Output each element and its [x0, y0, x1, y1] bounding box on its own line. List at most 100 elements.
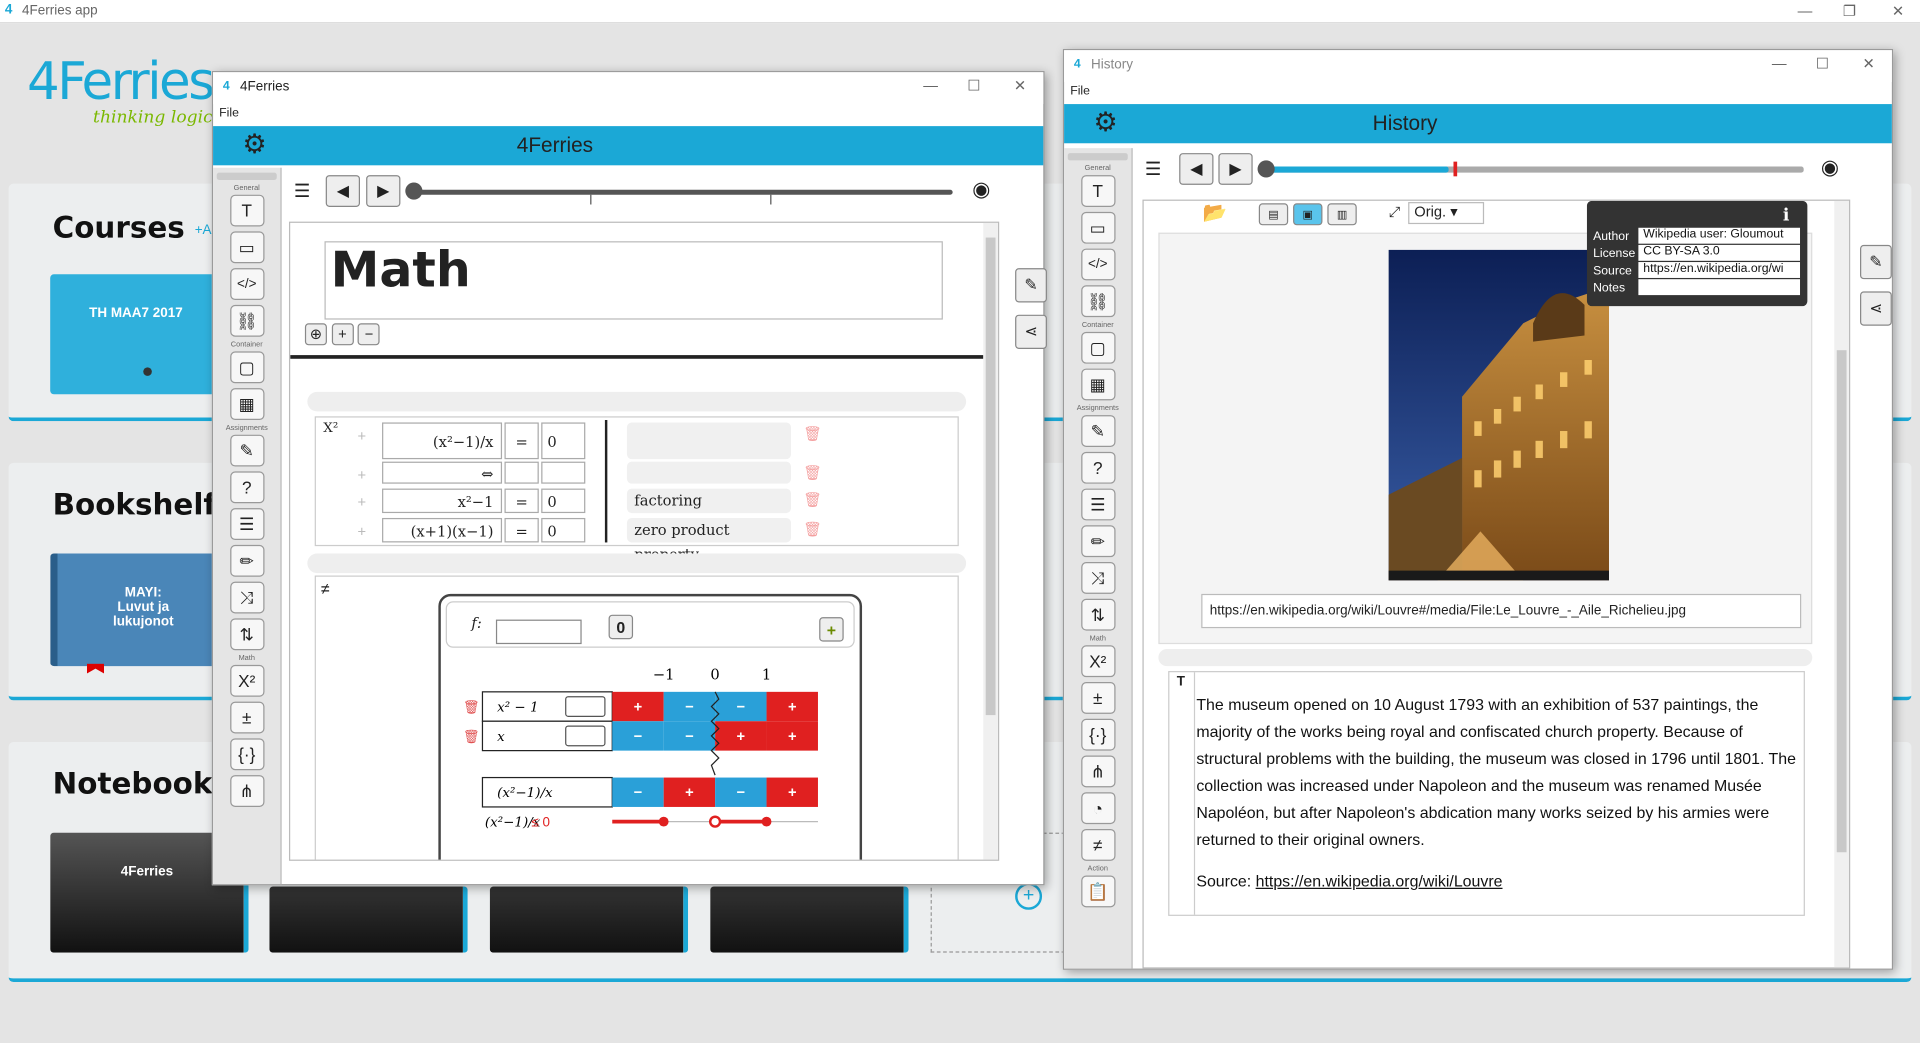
step-back-button[interactable]: ◀ [1179, 153, 1214, 185]
align-center-icon[interactable]: ▣ [1293, 203, 1323, 226]
remove-icon[interactable]: − [357, 323, 380, 346]
clipboard-tool-icon[interactable]: 📋 [1080, 875, 1115, 908]
algebra-rhs[interactable] [541, 461, 586, 484]
set-tool-icon[interactable]: {·} [229, 738, 264, 771]
assignment-edit-icon[interactable]: ✎ [1080, 415, 1115, 447]
calc-tool-icon[interactable]: ± [229, 701, 264, 734]
add-row-icon[interactable]: + [358, 467, 367, 484]
history-menu-file[interactable]: File [1064, 82, 1892, 104]
add-factor-button[interactable]: + [819, 617, 844, 642]
list-question-icon[interactable]: ☰ [229, 508, 264, 541]
sign-chart[interactable]: −1 0 1🗑 x² − 1 + − − +🗑 x − − + +(x²−1)/x − + − +(x²−1)/… [441, 658, 865, 861]
code-tool-icon[interactable]: </> [1080, 248, 1115, 281]
algebra-rhs[interactable]: 0 [541, 488, 586, 514]
algebra-expression[interactable]: ⇔ [382, 461, 503, 484]
align-right-icon[interactable]: ▥ [1327, 203, 1357, 226]
timeline-handle[interactable] [405, 182, 423, 200]
algebra-note[interactable]: zero product property [626, 517, 792, 563]
delete-row-icon[interactable]: 🗑 [803, 425, 822, 442]
assignment-edit-icon[interactable]: ✎ [229, 434, 264, 467]
algebra-tool-icon[interactable]: X² [229, 664, 264, 697]
function-input[interactable] [495, 619, 582, 645]
link-tool-icon[interactable]: ⛓ [1080, 285, 1115, 318]
pencil-tool-icon[interactable]: ✏ [1080, 525, 1115, 558]
add-above-icon[interactable]: ⊕ [304, 323, 327, 346]
share-icon[interactable]: ⋖ [1860, 291, 1892, 326]
add-row-icon[interactable]: + [358, 493, 367, 510]
preview-eye-icon[interactable]: ◉ [1821, 156, 1839, 180]
notebook-card[interactable] [489, 886, 689, 953]
add-notebook-icon[interactable]: + [1015, 882, 1043, 910]
book-card[interactable]: MAYI: Luvut ja lukujonot [50, 553, 222, 667]
close-button[interactable]: ✕ [1892, 2, 1904, 19]
align-left-icon[interactable]: ▤ [1258, 203, 1289, 226]
shuffle-tool-icon[interactable]: ⤨ [229, 581, 264, 614]
sign-chart-tool-icon[interactable]: ⋔ [229, 775, 264, 807]
box-tool-icon[interactable]: ▢ [1080, 331, 1115, 364]
algebra-rhs[interactable]: 0 [541, 517, 586, 543]
license-field[interactable]: CC BY-SA 3.0 [1638, 244, 1801, 261]
algebra-relation[interactable]: = [504, 488, 539, 514]
course-card[interactable]: TH MAA7 2017 [50, 274, 222, 395]
minimize-button[interactable]: — [1798, 2, 1813, 19]
image-url-field[interactable]: https://en.wikipedia.org/wiki/Louvre#/me… [1201, 593, 1802, 629]
inequality-tool-icon[interactable]: ≠ [1080, 828, 1115, 861]
editor-menu-file[interactable]: File [213, 104, 1043, 126]
source-link[interactable]: https://en.wikipedia.org/wiki/Louvre [1256, 872, 1503, 890]
preview-eye-icon[interactable]: ◉ [972, 178, 990, 202]
image-tool-icon[interactable]: ▭ [1080, 211, 1115, 244]
add-row-icon[interactable]: + [358, 523, 367, 540]
algebra-rhs[interactable]: 0 [541, 422, 586, 460]
notebook-card[interactable] [710, 886, 909, 953]
step-back-button[interactable]: ◀ [325, 175, 361, 207]
timeline-handle[interactable] [1257, 160, 1275, 178]
text-tool-icon[interactable]: T [1080, 175, 1115, 207]
delete-row-icon[interactable]: 🗑 [803, 464, 822, 481]
algebra-expression[interactable]: (x²−1)/x [382, 422, 503, 460]
minimize-button[interactable]: — [923, 77, 938, 94]
text-tool-icon[interactable]: T [229, 194, 264, 227]
order-tool-icon[interactable]: ⇅ [229, 618, 264, 651]
grid-tool-icon[interactable]: ▦ [229, 388, 264, 421]
edit-mode-icon[interactable]: ✎ [1015, 268, 1047, 303]
algebra-note[interactable]: factoring [626, 488, 792, 514]
link-tool-icon[interactable]: ⛓ [229, 304, 264, 337]
maximize-button[interactable]: ☐ [967, 77, 980, 94]
delete-row-icon[interactable]: 🗑 [803, 491, 822, 508]
gauge-tool-icon[interactable]: ◔ [1080, 792, 1115, 825]
box-tool-icon[interactable]: ▢ [229, 351, 264, 384]
list-icon[interactable]: ☰ [1145, 158, 1161, 180]
louvre-photo[interactable] [1388, 249, 1609, 581]
algebra-expression[interactable]: x²−1 [382, 488, 503, 514]
maximize-button[interactable]: ☐ [1816, 55, 1829, 72]
minimize-button[interactable]: — [1772, 55, 1787, 72]
settings-gear-icon[interactable]: ⚙ [1093, 107, 1117, 139]
delete-row-icon[interactable]: 🗑 [803, 520, 822, 537]
grid-tool-icon[interactable]: ▦ [1080, 368, 1115, 401]
list-icon[interactable]: ☰ [294, 180, 310, 202]
add-row-icon[interactable]: + [358, 427, 367, 444]
order-tool-icon[interactable]: ⇅ [1080, 598, 1115, 631]
algebra-note[interactable] [626, 461, 792, 484]
close-button[interactable]: ✕ [1862, 55, 1874, 72]
add-below-icon[interactable]: + [331, 323, 354, 346]
history-scrollbar[interactable] [1834, 200, 1849, 968]
close-button[interactable]: ✕ [1014, 77, 1026, 94]
author-field[interactable]: Wikipedia user: Gloumout [1638, 227, 1801, 244]
doc-title[interactable]: Math [324, 241, 943, 320]
calc-tool-icon[interactable]: ± [1080, 682, 1115, 714]
source-field[interactable]: https://en.wikipedia.org/wi [1638, 262, 1801, 278]
algebra-note[interactable] [626, 422, 792, 460]
size-select[interactable]: Orig. ▾ [1408, 202, 1485, 225]
editor-scrollbar[interactable] [983, 222, 998, 860]
shuffle-tool-icon[interactable]: ⤨ [1080, 562, 1115, 594]
function-count[interactable]: 0 [608, 614, 634, 640]
algebra-relation[interactable] [504, 461, 539, 484]
add-course-button[interactable]: +A [195, 223, 212, 238]
timeline-slider[interactable] [1264, 166, 1804, 173]
question-tool-icon[interactable]: ? [229, 471, 264, 504]
image-tool-icon[interactable]: ▭ [229, 231, 264, 264]
notes-field[interactable] [1638, 279, 1801, 296]
algebra-relation[interactable]: = [504, 517, 539, 543]
edit-mode-icon[interactable]: ✎ [1860, 244, 1892, 280]
